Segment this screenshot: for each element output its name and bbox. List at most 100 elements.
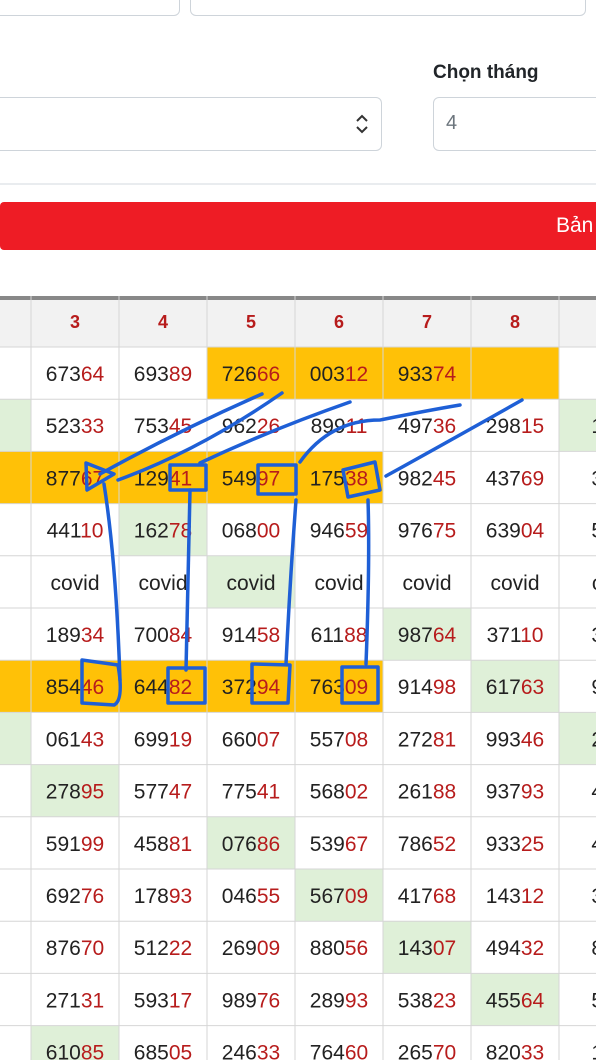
table-cell: 14312 bbox=[486, 885, 544, 908]
cell-prefix-digits: 699 bbox=[134, 728, 169, 751]
cell-prefix-digits: 692 bbox=[46, 885, 81, 908]
cell-suffix-digits: 36 bbox=[433, 415, 456, 438]
cell-suffix-digits: 88 bbox=[344, 624, 367, 647]
cell-prefix-digits: 246 bbox=[222, 1042, 257, 1060]
cell-prefix-digits: 372 bbox=[222, 676, 257, 699]
cell-suffix-digits: 64 bbox=[81, 363, 105, 386]
table-cell: 77541 bbox=[222, 781, 280, 804]
column-header: 6 bbox=[334, 312, 344, 332]
table-cell: covid bbox=[226, 572, 275, 595]
table-cell: 94659 bbox=[310, 520, 368, 543]
cell-suffix-digits: 76 bbox=[257, 989, 280, 1012]
cell-suffix-digits: 94 bbox=[257, 676, 281, 699]
cell-suffix-digits: 26 bbox=[257, 415, 280, 438]
table-cell: 14307 bbox=[398, 937, 456, 960]
cell-highlight bbox=[471, 347, 559, 400]
table-cell: 49736 bbox=[398, 415, 456, 438]
cell-suffix-digits: 25 bbox=[521, 833, 544, 856]
table-cell: 82033 bbox=[486, 1042, 544, 1060]
cell-prefix-digits: 617 bbox=[486, 676, 521, 699]
table-cell: 75345 bbox=[134, 415, 192, 438]
table-cell: 07686 bbox=[222, 833, 280, 856]
cell-suffix-digits: 58 bbox=[257, 624, 280, 647]
cell-prefix-digits: 610 bbox=[46, 1042, 81, 1060]
cell-prefix-digits: 763 bbox=[310, 676, 345, 699]
table-cell: 61085 bbox=[46, 1042, 104, 1060]
cell-prefix-digits: 989 bbox=[222, 989, 257, 1012]
table-cell: 49432 bbox=[486, 937, 544, 960]
table-cell: 06143 bbox=[46, 728, 104, 751]
table-cell: 17893 bbox=[134, 885, 192, 908]
cell-prefix-digits: 539 bbox=[310, 833, 345, 856]
table-cell: 00312 bbox=[310, 363, 368, 386]
table-cell: 59199 bbox=[46, 833, 104, 856]
cell-suffix-digits: 17 bbox=[169, 989, 192, 1012]
cell-prefix-digits: 298 bbox=[486, 415, 521, 438]
cell-prefix-digits: 003 bbox=[310, 363, 345, 386]
province-select[interactable] bbox=[0, 97, 382, 151]
table-cell: 97675 bbox=[398, 520, 456, 543]
table-cell: 41768 bbox=[398, 885, 456, 908]
table-cell: 52 bbox=[591, 520, 596, 543]
cell-prefix-digits: 993 bbox=[486, 728, 521, 751]
table-cell: 56709 bbox=[310, 885, 368, 908]
cell-prefix-digits: 289 bbox=[310, 989, 345, 1012]
table-cell: 18934 bbox=[46, 624, 105, 647]
cell-prefix-digits: 764 bbox=[310, 1042, 345, 1060]
cell-suffix-digits: 38 bbox=[345, 467, 368, 490]
result-banner[interactable]: Bản bbox=[0, 202, 596, 250]
month-input[interactable]: 4 bbox=[433, 97, 596, 151]
table-cell: 98976 bbox=[222, 989, 280, 1012]
cell-suffix-digits: 67 bbox=[345, 833, 368, 856]
table-cell: 98245 bbox=[398, 467, 456, 490]
cell-prefix-digits: 061 bbox=[46, 728, 81, 751]
table-cell: 49 bbox=[591, 833, 596, 856]
cell-suffix-digits: 09 bbox=[257, 937, 280, 960]
cell-prefix-digits: 685 bbox=[134, 1042, 169, 1060]
filter-box-left[interactable] bbox=[0, 0, 180, 16]
cell-suffix-digits: 33 bbox=[81, 415, 104, 438]
cell-suffix-digits: 19 bbox=[169, 728, 192, 751]
cell-prefix-digits: 143 bbox=[398, 937, 433, 960]
table-cell: covid bbox=[490, 572, 539, 595]
table-cell: 85446 bbox=[46, 676, 104, 699]
cell-prefix-digits: 455 bbox=[486, 989, 521, 1012]
cell-suffix-digits: 68 bbox=[433, 885, 456, 908]
cell-prefix-digits: 371 bbox=[487, 624, 521, 647]
cell-suffix-digits: 00 bbox=[257, 520, 280, 543]
cell-suffix-digits: 12 bbox=[345, 363, 368, 386]
cell-suffix-digits: 93 bbox=[169, 885, 192, 908]
column-header: 4 bbox=[158, 312, 168, 332]
cell-suffix-digits: 85 bbox=[81, 1042, 104, 1060]
cell-suffix-digits: 64 bbox=[433, 624, 457, 647]
cell-prefix-digits: 046 bbox=[222, 885, 257, 908]
cell-suffix-digits: 70 bbox=[433, 1042, 456, 1060]
table-cell: 57747 bbox=[134, 781, 192, 804]
table-cell: 56802 bbox=[310, 781, 368, 804]
table-cell: 45 bbox=[591, 781, 596, 804]
table-cell: 76460 bbox=[310, 1042, 368, 1060]
cell-suffix-digits: 56 bbox=[345, 937, 368, 960]
cell-suffix-digits: 78 bbox=[169, 520, 192, 543]
table-cell: 37294 bbox=[222, 676, 281, 699]
table-cell: 33 bbox=[591, 885, 596, 908]
table-cell: 89 bbox=[591, 937, 596, 960]
cell-suffix-digits: 82 bbox=[169, 676, 192, 699]
cell-suffix-digits: 08 bbox=[345, 728, 368, 751]
table-cell: 24633 bbox=[222, 1042, 280, 1060]
cell-suffix-digits: 09 bbox=[345, 885, 368, 908]
filter-box-right[interactable] bbox=[190, 0, 586, 16]
cell-suffix-digits: 81 bbox=[433, 728, 456, 751]
cell-prefix-digits: 982 bbox=[398, 467, 433, 490]
cell-suffix-digits: 10 bbox=[520, 624, 543, 647]
cell-prefix-digits: 265 bbox=[398, 1042, 433, 1060]
cell-prefix-digits: 660 bbox=[222, 728, 257, 751]
table-cell: covid bbox=[138, 572, 187, 595]
cell-prefix-digits: 577 bbox=[134, 781, 169, 804]
table-cell: 31 bbox=[591, 624, 596, 647]
cell-suffix-digits: 55 bbox=[257, 885, 280, 908]
column-header: 8 bbox=[510, 312, 520, 332]
cell-suffix-digits: 67 bbox=[81, 467, 104, 490]
table-cell: 78652 bbox=[398, 833, 456, 856]
cell-prefix-digits: 143 bbox=[486, 885, 521, 908]
